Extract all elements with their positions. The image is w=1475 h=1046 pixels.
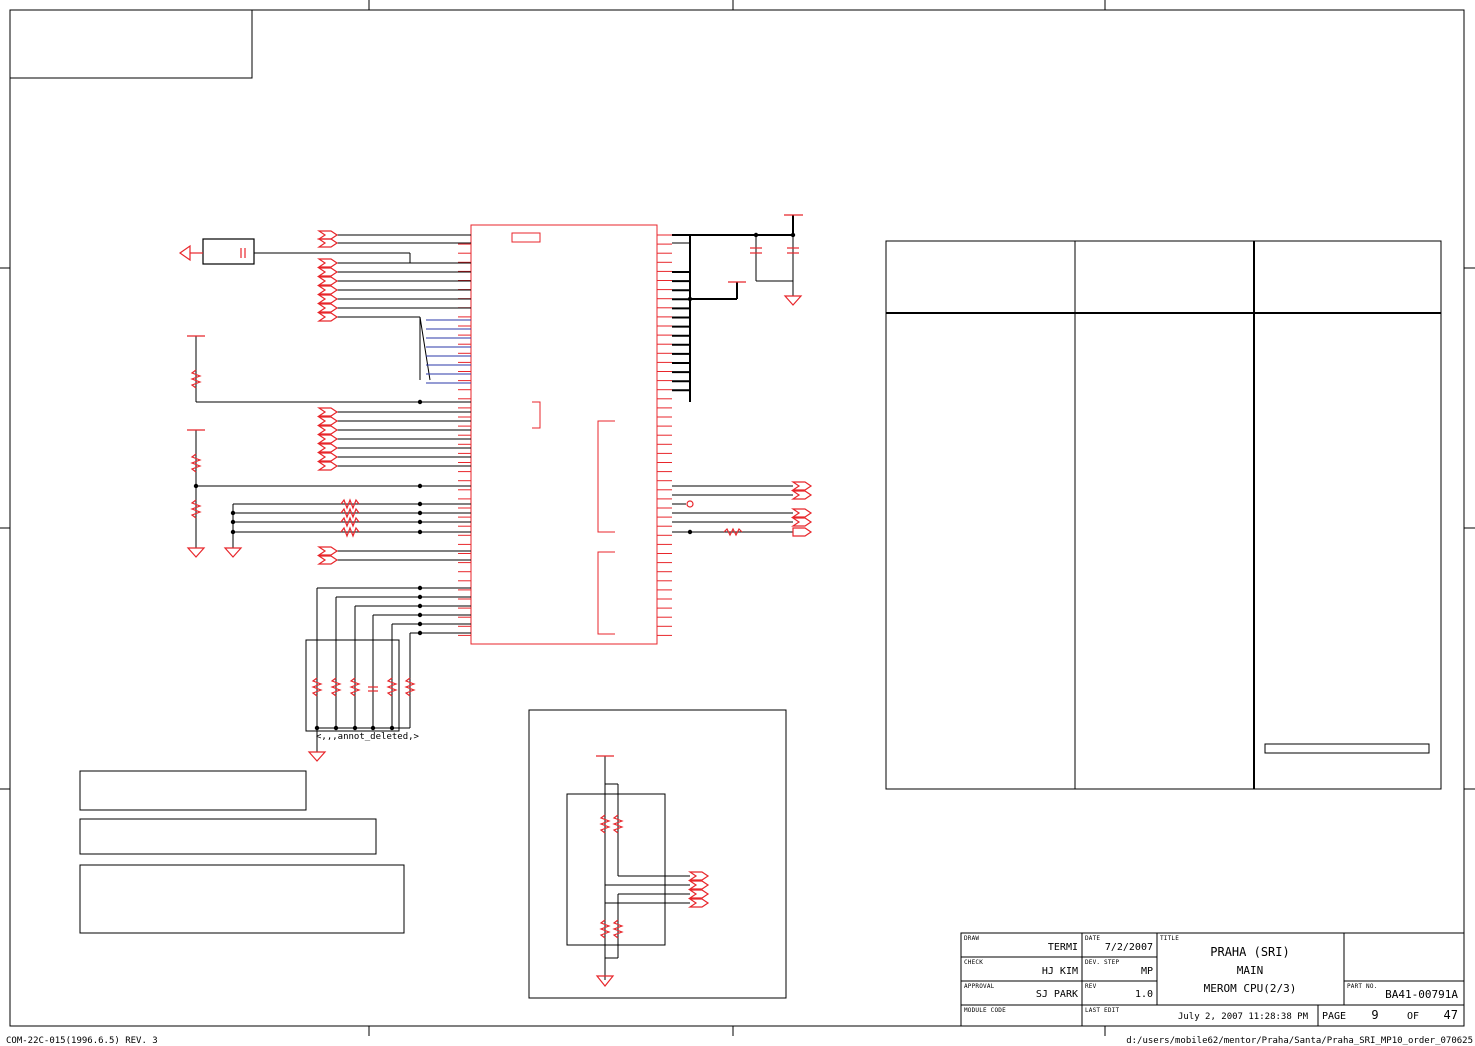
off-page-connector (317, 267, 339, 277)
off-page-connector (317, 294, 339, 304)
junction-dot (417, 501, 423, 507)
junction-dot (417, 603, 423, 609)
bus-ripper (426, 319, 471, 384)
approval-value: SJ PARK (1035, 989, 1078, 1000)
of-value: 47 (1443, 1008, 1458, 1022)
last-edit-label: LAST EDIT (1085, 1007, 1120, 1014)
dev-step-value: MP (1140, 966, 1153, 977)
junction-dot (417, 594, 423, 600)
off-page-connector (317, 285, 339, 295)
ground-icon (178, 244, 191, 262)
note-boxes (79, 770, 405, 934)
check-value: HJ KIM (1041, 966, 1078, 977)
page-label: PAGE (1322, 1011, 1347, 1022)
junction-dot (417, 510, 423, 516)
junction-dot (193, 483, 199, 489)
of-label: OF (1407, 1011, 1420, 1022)
off-page-connector (317, 434, 339, 444)
title-line-3: MEROM CPU(2/3) (1203, 982, 1297, 995)
date-value: 7/2/2007 (1104, 942, 1153, 953)
date-label: DATE (1085, 935, 1101, 942)
cpu-pins (458, 234, 672, 636)
approval-label: APPROVAL (964, 983, 995, 990)
junction-dot (417, 612, 423, 618)
junction-dot (417, 519, 423, 525)
junction-dot (417, 529, 423, 535)
junction-dot (230, 529, 236, 535)
part-no-value: BA41-00791A (1385, 988, 1458, 1001)
off-page-connector (317, 238, 339, 248)
last-edit-value: July 2, 2007 11:28:38 PM (1177, 1012, 1308, 1022)
right-wiring (672, 215, 794, 533)
capacitor-box (202, 238, 255, 265)
off-page-connector (317, 276, 339, 286)
ground-icon (186, 547, 206, 558)
off-page-connector (317, 230, 339, 240)
junction-dot (230, 519, 236, 525)
off-page-connector (317, 258, 339, 268)
left-symbols (178, 230, 416, 762)
annot-deleted-note: <,,,annot_deleted,> (316, 732, 419, 742)
page-value: 9 (1371, 1008, 1379, 1022)
junction-dot (417, 621, 423, 627)
title-line-1: PRAHA (SRI) (1210, 945, 1290, 959)
junction-dot (417, 585, 423, 591)
ground-icon (307, 751, 327, 762)
cpu-symbol (470, 224, 658, 645)
check-label: CHECK (964, 959, 984, 966)
off-page-connector (317, 303, 339, 313)
signal-table (885, 240, 1442, 790)
junction-dot (314, 725, 320, 731)
draw-value: TERMI (1047, 942, 1078, 953)
junction-dot (417, 630, 423, 636)
junction-dot (333, 725, 339, 731)
off-page-connector (317, 555, 339, 565)
off-page-connector (317, 546, 339, 556)
rev-value: 1.0 (1134, 989, 1153, 1000)
title-label: TITLE (1160, 935, 1180, 942)
draw-label: DRAW (964, 935, 980, 942)
ground-icon (223, 547, 243, 558)
junction-dot (352, 725, 358, 731)
module-code-label: MODULE CODE (964, 1007, 1006, 1014)
right-symbols (686, 214, 813, 537)
off-page-connector (317, 312, 339, 322)
junction-dot (417, 483, 423, 489)
form-code: COM-22C-015(1996.6.5) REV. 3 (6, 1036, 158, 1046)
file-path: d:/users/mobile62/mentor/Praha/Santa/Pra… (1126, 1036, 1473, 1046)
junction-dot (389, 725, 395, 731)
off-page-connector (317, 407, 339, 417)
pullup-inset (528, 709, 787, 999)
schematic-canvas (0, 0, 1475, 1036)
dev-step-label: DEV. STEP (1085, 959, 1120, 966)
off-page-connector (317, 461, 339, 471)
off-page-connector (317, 425, 339, 435)
right-pin-wires (672, 271, 690, 392)
off-page-connector (317, 416, 339, 426)
junction-dot (230, 510, 236, 516)
title-line-2: MAIN (1236, 964, 1264, 977)
left-wiring (195, 234, 471, 752)
junction-dot (370, 725, 376, 731)
off-page-connector (317, 452, 339, 462)
off-page-connector (317, 443, 339, 453)
junction-dots (193, 232, 796, 731)
junction-dot (417, 399, 423, 405)
